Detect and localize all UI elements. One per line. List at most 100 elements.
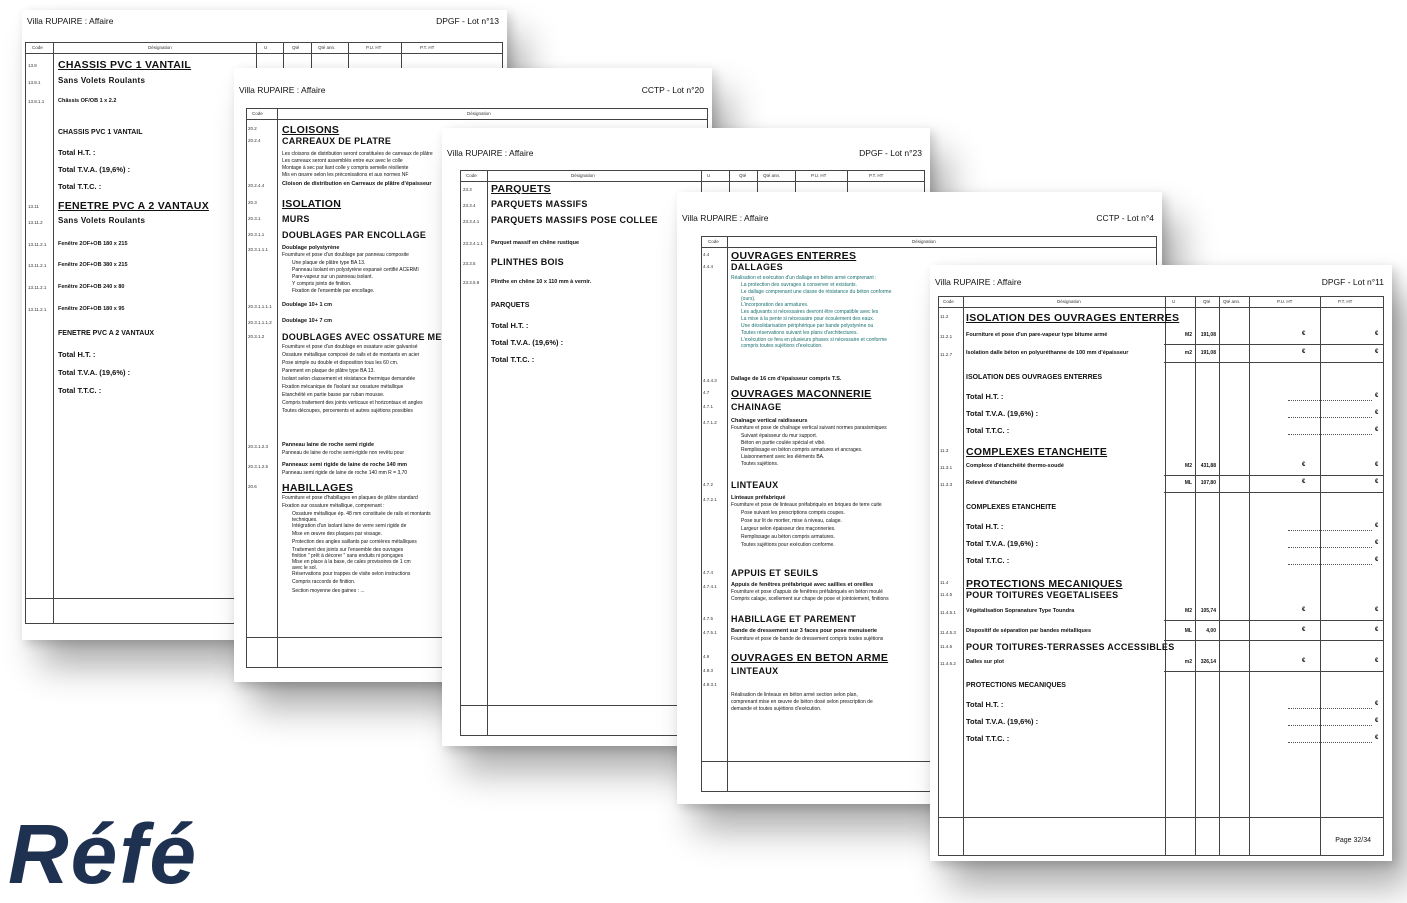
quantity-value: 326,14 bbox=[1200, 659, 1216, 665]
description-line: demande et toutes sujétions d'exécution. bbox=[731, 706, 822, 712]
subsection-title: CARREAUX DE PLATRE bbox=[282, 136, 392, 146]
item-code: 11.4.6.2 bbox=[940, 661, 956, 666]
item-code: 20.3.1.2.3 bbox=[248, 444, 269, 449]
total-amount-field bbox=[1288, 400, 1372, 401]
item-label: Fenêtre 2OF+OB 380 x 215 bbox=[58, 262, 128, 268]
item-code: 4.4.4 bbox=[703, 264, 714, 269]
col-code: Code bbox=[32, 45, 43, 50]
item-code: 11.4.5 bbox=[940, 592, 953, 597]
item-label: Doublage polystyrène bbox=[282, 245, 340, 251]
euro-symbol: € bbox=[1302, 658, 1306, 664]
euro-symbol: € bbox=[1375, 393, 1379, 399]
section-title: FENETRE PVC A 2 VANTAUX bbox=[58, 200, 209, 212]
unit-value: M2 bbox=[1185, 608, 1192, 614]
description-line: Une désolidarisation périphérique par ba… bbox=[741, 323, 874, 329]
total-ttc: Total T.T.C. : bbox=[491, 355, 535, 364]
item-label: Complexe d'étanchéité thermo-soudé bbox=[966, 463, 1064, 469]
table-header: Code Désignation U Qté Qté ann. P.U. HT … bbox=[461, 171, 924, 182]
lot-title: DPGF - Lot n°23 bbox=[859, 148, 922, 158]
euro-symbol: € bbox=[1375, 627, 1379, 633]
page-header: Villa RUPAIRE : Affaire DPGF - Lot n°11 bbox=[930, 265, 1392, 287]
total-line: Total H.T. : bbox=[966, 700, 1004, 709]
description-line: Remplissage au béton compris armatures. bbox=[741, 534, 835, 540]
subsection-title: HABILLAGE ET PAREMENT bbox=[731, 614, 857, 624]
item-label: Végétalisation Sopranature Type Toundra bbox=[966, 608, 1075, 614]
euro-symbol: € bbox=[1375, 718, 1379, 724]
description-line: Réservations pour trappes de visite selo… bbox=[292, 571, 411, 577]
item-code: 4.7 bbox=[703, 390, 710, 395]
item-label: Appuis de fenêtres préfabriqué avec sail… bbox=[731, 582, 874, 588]
item-label: Bande de dressement sur 3 faces pour pos… bbox=[731, 628, 878, 634]
subsection-title: CHAINAGE bbox=[731, 402, 782, 412]
description-line: Section moyenne des gaines : ... bbox=[292, 588, 365, 594]
description-line: Panneau semi rigide de laine de roche 14… bbox=[282, 470, 408, 476]
item-code: 4.7.1 bbox=[703, 404, 714, 409]
euro-symbol: € bbox=[1375, 462, 1379, 468]
item-code: 11.2.7 bbox=[940, 352, 953, 357]
col-pt: P.T. HT bbox=[420, 45, 435, 50]
page-body: 11.2 ISOLATION DES OUVRAGES ENTERRES 11.2.… bbox=[938, 308, 1384, 808]
item-code: 4.7.5.1 bbox=[703, 630, 717, 635]
description-line: Protection des angles saillants par corn… bbox=[292, 539, 417, 545]
col-unit: U bbox=[1172, 299, 1176, 304]
description-line: Pare-vapeur sur un panneau isolant. bbox=[292, 274, 373, 280]
description-line: Fourniture et pose d'habillages en plaqu… bbox=[282, 495, 418, 501]
item-code: 4.9 bbox=[703, 654, 710, 659]
total-amount-field bbox=[1288, 708, 1372, 709]
total-line: Total T.T.C. : bbox=[966, 426, 1010, 435]
table-header: Code Désignation bbox=[247, 109, 707, 120]
description-line: La protection des ouvrages à conserver e… bbox=[741, 282, 857, 288]
subtotal-heading: ISOLATION DES OUVRAGES ENTERRES bbox=[966, 374, 1102, 381]
item-label: Châssis OF/OB 1 x 2.2 bbox=[58, 98, 117, 104]
euro-symbol: € bbox=[1375, 735, 1379, 741]
total-amount-field bbox=[1288, 547, 1372, 548]
col-designation: Désignation bbox=[148, 45, 172, 50]
subsection-title: MURS bbox=[282, 214, 310, 224]
row-separator bbox=[1164, 344, 1384, 345]
total-line: Total H.T. : bbox=[966, 392, 1004, 401]
item-code: 4.9.3.1 bbox=[703, 682, 717, 687]
item-code: 13.11.2.1 bbox=[28, 263, 47, 268]
section-title: ISOLATION DES OUVRAGES ENTERRES bbox=[966, 312, 1180, 324]
description-line: Réalisation et exécution d'un dallage en… bbox=[731, 275, 877, 281]
item-code: 20.2 bbox=[248, 126, 257, 131]
description-line: L'incorporation des armatures. bbox=[741, 302, 809, 308]
unit-value: ML bbox=[1184, 628, 1192, 634]
page-header: Villa RUPAIRE : Affaire CCTP - Lot n°20 bbox=[234, 68, 712, 95]
page-number: Page 32/34 bbox=[1335, 837, 1371, 844]
item-label: Fenêtre 2OF+OB 180 x 95 bbox=[58, 306, 125, 312]
lot-title: DPGF - Lot n°11 bbox=[1321, 277, 1384, 287]
project-title: Villa RUPAIRE : Affaire bbox=[935, 277, 1022, 287]
item-label: Fenêtre 2OF+OB 240 x 80 bbox=[58, 284, 125, 290]
euro-symbol: € bbox=[1375, 607, 1379, 613]
subsection-title: PLINTHES BOIS bbox=[491, 257, 564, 267]
item-code: 11.2.1 bbox=[940, 334, 953, 339]
description-line: Toutes découpes, percements et autres su… bbox=[282, 408, 413, 414]
subsection-title: APPUIS ET SEUILS bbox=[731, 568, 819, 578]
description-line: Isolant selon classement et résistance t… bbox=[282, 376, 416, 382]
item-code: 4.7.1.2 bbox=[703, 420, 717, 425]
col-designation: Désignation bbox=[912, 239, 936, 244]
table-header: Code Désignation bbox=[702, 237, 1156, 248]
row-separator bbox=[1164, 492, 1384, 493]
quantity-value: 431,88 bbox=[1200, 463, 1216, 469]
subtotal-heading: FENETRE PVC A 2 VANTAUX bbox=[58, 330, 155, 337]
item-code: 11.4.5.1 bbox=[940, 610, 956, 615]
description-line: Pose suivant les prescriptions compris c… bbox=[741, 510, 845, 516]
col-qty: Qté bbox=[739, 173, 747, 178]
description-line: Mis en œuvre selon les préconisations et… bbox=[282, 172, 409, 178]
item-label: Chaînage vertical raidisseurs bbox=[731, 418, 808, 424]
item-code: 13.11 bbox=[28, 204, 39, 209]
item-code: 23.3.5 bbox=[463, 261, 476, 266]
euro-symbol: € bbox=[1375, 410, 1379, 416]
description-line: Fixation sur ossature métallique, compre… bbox=[282, 503, 385, 509]
item-code: 20.3.1.1 bbox=[248, 232, 265, 237]
col-pu: P.U. HT bbox=[366, 45, 382, 50]
description-line: Fourniture et pose d'un doublage en ossa… bbox=[282, 344, 418, 350]
row-separator bbox=[1164, 620, 1384, 621]
description-line: Les carreaux seront assemblés entre eux … bbox=[282, 158, 403, 164]
euro-symbol: € bbox=[1375, 331, 1379, 337]
lot-title: DPGF - Lot n°13 bbox=[436, 16, 499, 26]
item-code: 20.3.1.2 bbox=[248, 334, 265, 339]
description-line: Fourniture et pose d'un doublage par pan… bbox=[282, 252, 409, 258]
